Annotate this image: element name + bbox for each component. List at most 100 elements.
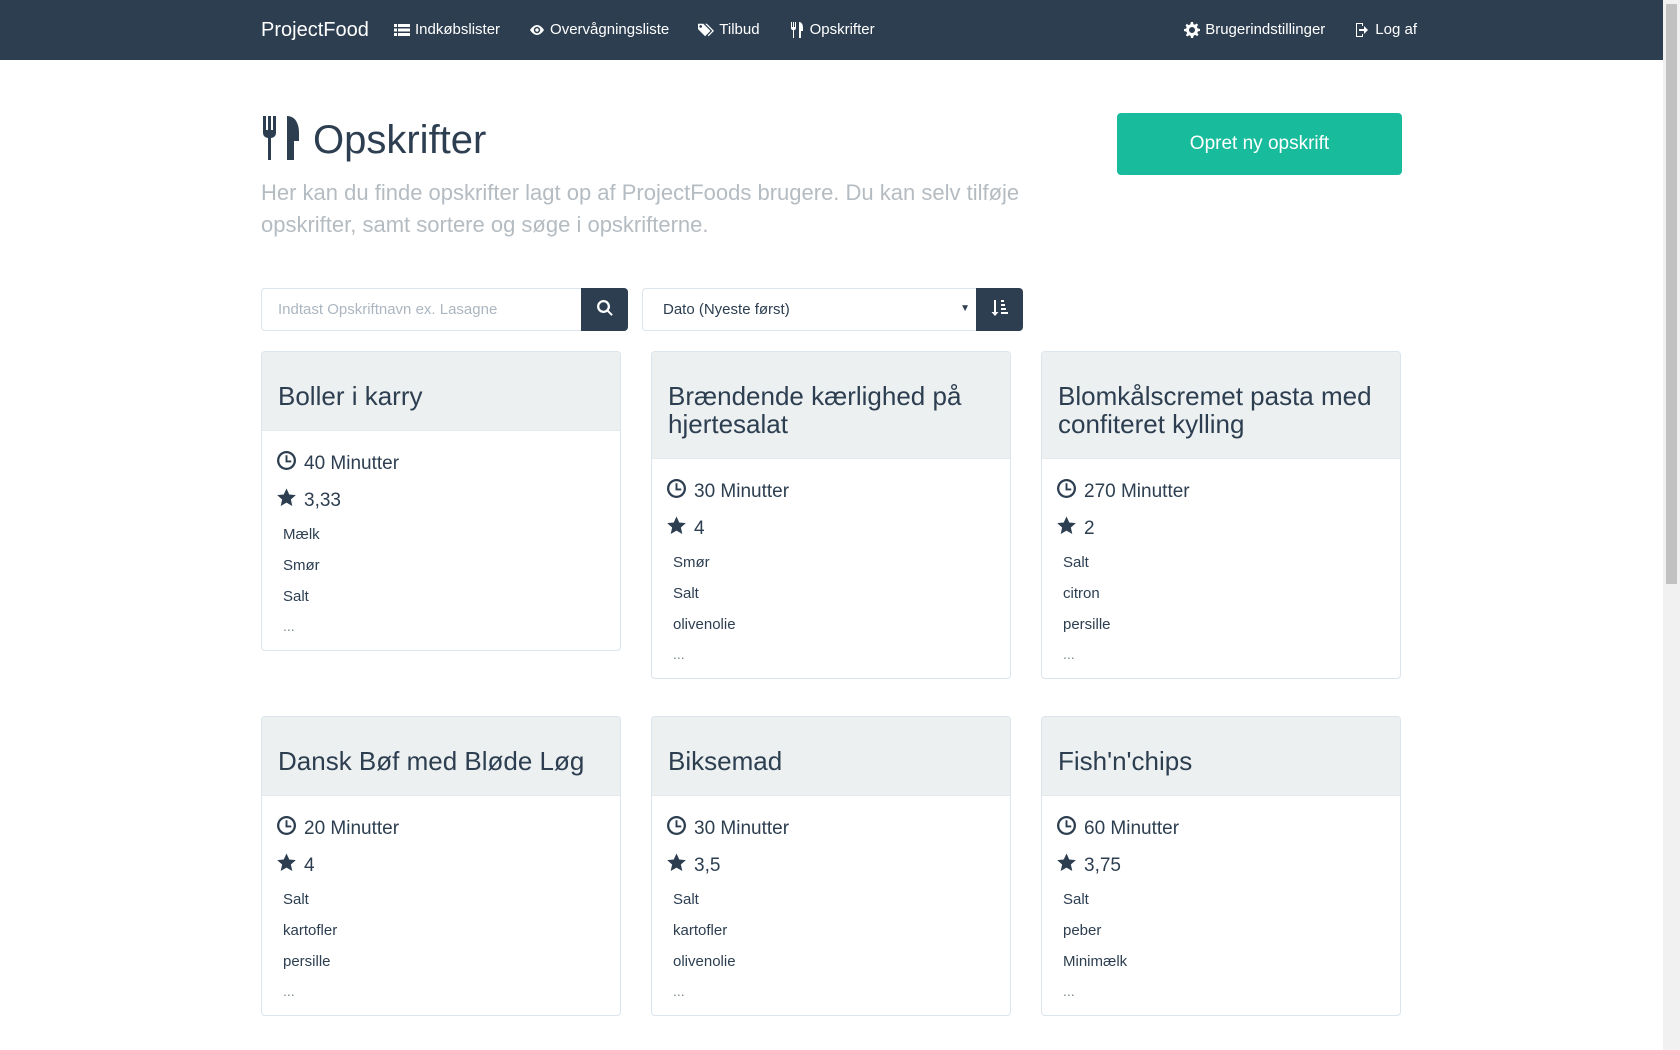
ingredient-item: Smør — [673, 554, 710, 571]
recipe-rating: 3,75 — [1057, 853, 1385, 879]
recipe-rating: 4 — [277, 853, 605, 879]
ingredient-item: Mælk — [283, 526, 320, 543]
star-icon — [667, 853, 694, 879]
recipe-time: 270 Minutter — [1057, 479, 1385, 505]
card-body: 20 Minutter 4 Salt kartofler persille ..… — [262, 796, 620, 1015]
recipe-rating-value: 4 — [694, 518, 705, 539]
ingredient-item: Smør — [283, 557, 320, 574]
ingredient-more: ... — [673, 646, 685, 662]
nav-left: Indkøbslister Overvågningsliste Tilbud O… — [394, 20, 904, 40]
clock-icon — [667, 816, 694, 842]
nav-item-label: Indkøbslister — [415, 21, 501, 38]
list-icon — [394, 22, 410, 38]
page-title: Opskrifter — [313, 118, 487, 162]
ingredient-item: olivenolie — [673, 953, 736, 970]
card-body: 40 Minutter 3,33 Mælk Smør Salt ... — [262, 431, 620, 650]
card-body: 30 Minutter 3,5 Salt kartofler olivenoli… — [652, 796, 1010, 1015]
recipe-rating: 3,33 — [277, 488, 605, 514]
recipe-rating-value: 2 — [1084, 518, 1095, 539]
tags-icon — [698, 22, 715, 38]
gear-icon — [1184, 22, 1201, 38]
nav-item-indkobslister[interactable]: Indkøbslister — [394, 20, 500, 40]
recipe-time: 60 Minutter — [1057, 816, 1385, 842]
recipe-title[interactable]: Brændende kærlighed på hjertesalat — [668, 382, 994, 438]
create-recipe-button[interactable]: Opret ny opskrift — [1117, 113, 1402, 175]
nav-right: Brugerindstillinger Log af — [1184, 20, 1417, 40]
recipe-time-value: 20 Minutter — [304, 818, 400, 839]
recipe-card[interactable]: Biksemad 30 Minutter 3,5 Salt kartofler … — [651, 716, 1011, 1016]
ingredient-item: persille — [1063, 616, 1111, 633]
ingredient-item: Minimælk — [1063, 953, 1128, 970]
ingredient-item: kartofler — [673, 922, 728, 939]
recipe-time: 20 Minutter — [277, 816, 605, 842]
recipe-time: 40 Minutter — [277, 451, 605, 477]
card-header: Blomkålscremet pasta med confiteret kyll… — [1042, 352, 1400, 459]
recipe-time-value: 30 Minutter — [694, 818, 790, 839]
recipe-rating-value: 4 — [304, 855, 315, 876]
recipe-time-value: 40 Minutter — [304, 453, 400, 474]
recipe-card[interactable]: Dansk Bøf med Bløde Løg 20 Minutter 4 Sa… — [261, 716, 621, 1016]
logout-icon — [1354, 22, 1370, 38]
caret-down-icon: ▼ — [960, 303, 970, 314]
recipe-title[interactable]: Boller i karry — [278, 382, 604, 410]
ingredient-more: ... — [673, 983, 685, 999]
nav-item-overvagningsliste[interactable]: Overvågningsliste — [529, 20, 669, 40]
recipe-time: 30 Minutter — [667, 816, 995, 842]
card-header: Boller i karry — [262, 352, 620, 431]
sort-select[interactable]: Dato (Nyeste først) ▼ — [642, 288, 976, 331]
nav-item-log-af[interactable]: Log af — [1354, 20, 1417, 40]
ingredient-item: Salt — [283, 891, 309, 908]
recipe-title[interactable]: Fish'n'chips — [1058, 747, 1384, 775]
ingredient-item: Salt — [673, 891, 699, 908]
ingredient-item: persille — [283, 953, 331, 970]
card-body: 30 Minutter 4 Smør Salt olivenolie ... — [652, 459, 1010, 678]
clock-icon — [1057, 479, 1084, 505]
clock-icon — [277, 816, 304, 842]
recipe-rating: 3,5 — [667, 853, 995, 879]
star-icon — [1057, 853, 1084, 879]
recipe-title[interactable]: Biksemad — [668, 747, 994, 775]
star-icon — [667, 516, 694, 542]
recipe-title[interactable]: Dansk Bøf med Bløde Løg — [278, 747, 604, 775]
cutlery-icon — [789, 22, 805, 38]
star-icon — [277, 488, 304, 514]
page-lead: Her kan du finde opskrifter lagt op af P… — [261, 180, 1020, 237]
recipe-title[interactable]: Blomkålscremet pasta med confiteret kyll… — [1058, 382, 1384, 438]
recipe-time-value: 30 Minutter — [694, 481, 790, 502]
search-input[interactable] — [261, 288, 581, 331]
cutlery-icon — [261, 115, 313, 165]
ingredient-more: ... — [283, 983, 295, 999]
sort-direction-button[interactable] — [976, 288, 1023, 331]
card-body: 270 Minutter 2 Salt citron persille ... — [1042, 459, 1400, 678]
nav-item-label: Log af — [1375, 21, 1417, 38]
card-header: Biksemad — [652, 717, 1010, 796]
recipe-rating: 2 — [1057, 516, 1385, 542]
search-button[interactable] — [581, 288, 628, 331]
clock-icon — [1057, 816, 1084, 842]
ingredient-item: peber — [1063, 922, 1102, 939]
star-icon — [277, 853, 304, 879]
sort-select-value: Dato (Nyeste først) — [663, 301, 790, 318]
card-header: Dansk Bøf med Bløde Løg — [262, 717, 620, 796]
nav-item-label: Overvågningsliste — [550, 21, 670, 38]
brand-link[interactable]: ProjectFood — [261, 18, 369, 42]
search-icon — [596, 300, 613, 319]
eye-icon — [529, 22, 545, 38]
nav-item-brugerindstillinger[interactable]: Brugerindstillinger — [1184, 20, 1325, 40]
ingredient-item: Salt — [283, 588, 309, 605]
vertical-scrollbar[interactable] — [1663, 0, 1680, 1050]
nav-item-label: Brugerindstillinger — [1205, 21, 1326, 38]
recipe-rating-value: 3,33 — [304, 490, 341, 511]
sort-group: Dato (Nyeste først) ▼ — [642, 288, 1023, 331]
clock-icon — [667, 479, 694, 505]
recipe-card[interactable]: Fish'n'chips 60 Minutter 3,75 Salt peber… — [1041, 716, 1401, 1016]
recipe-card[interactable]: Blomkålscremet pasta med confiteret kyll… — [1041, 351, 1401, 679]
nav-item-tilbud[interactable]: Tilbud — [698, 20, 760, 40]
nav-item-opskrifter[interactable]: Opskrifter — [789, 20, 875, 40]
title-row: Opskrifter — [261, 112, 1061, 168]
ingredient-item: kartofler — [283, 922, 338, 939]
recipe-card[interactable]: Brændende kærlighed på hjertesalat 30 Mi… — [651, 351, 1011, 679]
recipe-card[interactable]: Boller i karry 40 Minutter 3,33 Mælk Smø… — [261, 351, 621, 651]
scrollbar-thumb[interactable] — [1666, 4, 1677, 584]
ingredient-more: ... — [283, 618, 295, 634]
